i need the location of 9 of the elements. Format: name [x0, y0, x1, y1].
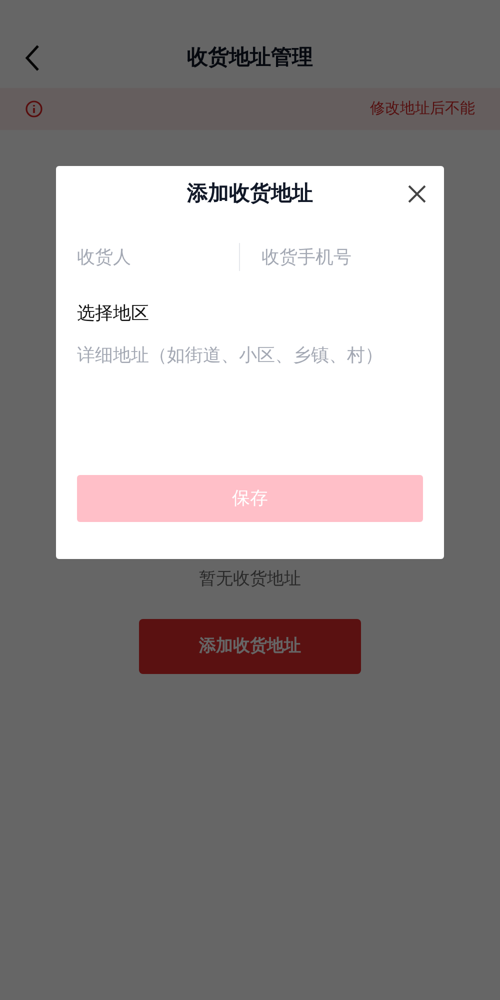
back-icon: [24, 44, 40, 72]
dialog-title: 添加收货地址: [187, 181, 313, 208]
close-icon: [408, 185, 426, 203]
region-select-field[interactable]: 选择地区: [77, 292, 423, 334]
page-title: 收货地址管理: [187, 45, 313, 71]
notice-text: 修改地址后不能: [370, 98, 475, 119]
add-address-button[interactable]: 添加收货地址: [139, 618, 361, 674]
info-icon: [25, 100, 43, 118]
empty-state-text: 暂无收货地址: [199, 568, 301, 590]
